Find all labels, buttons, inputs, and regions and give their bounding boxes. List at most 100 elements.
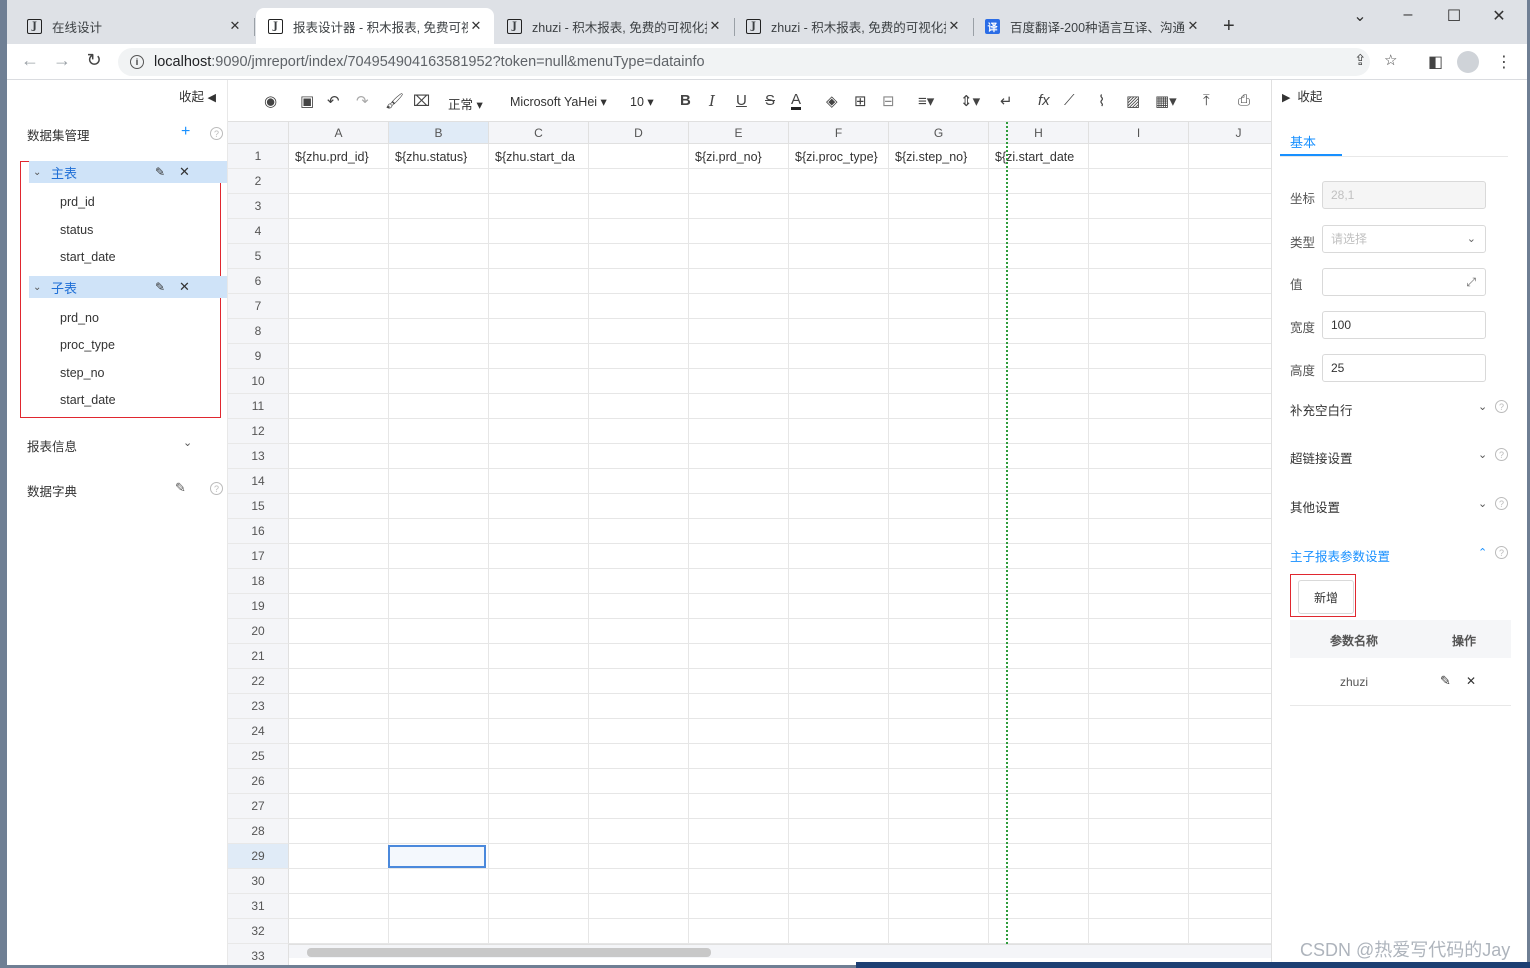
row-header[interactable]: 8 [228,319,289,344]
row-header[interactable]: 18 [228,569,289,594]
column-header[interactable]: G [889,122,989,144]
master-sub-params-section[interactable]: 主子报表参数设置 ⌃? [1290,546,1512,565]
column-header[interactable]: C [489,122,589,144]
close-tab-icon[interactable]: ✕ [707,18,723,34]
row-header[interactable]: 12 [228,419,289,444]
bookmark-star-icon[interactable]: ☆ [1384,51,1397,69]
height-input[interactable]: 25 [1322,354,1486,382]
data-dict-header[interactable]: 数据字典 [27,481,77,500]
sheet-cell[interactable] [1189,145,1271,170]
column-header[interactable]: D [589,122,689,144]
underline-icon[interactable]: U [736,92,747,109]
reload-icon[interactable]: ↻ [82,50,106,71]
minimize-icon[interactable]: – [1397,6,1419,24]
help-icon[interactable]: ? [1495,448,1508,461]
row-header[interactable]: 26 [228,769,289,794]
row-header[interactable]: 11 [228,394,289,419]
sheet-cell[interactable]: ${zhu.start_da [489,145,589,170]
type-select[interactable]: 请选择 ⌄ [1322,225,1486,253]
close-tab-icon[interactable]: ✕ [227,18,243,34]
dataset-group-main[interactable]: ⌄ 主表 ✎ ✕ [29,161,227,183]
qrcode-icon[interactable]: ▦▾ [1155,92,1177,110]
column-header[interactable]: I [1089,122,1189,144]
row-header[interactable]: 32 [228,919,289,944]
delete-icon[interactable]: ✕ [179,164,190,180]
valign-icon[interactable]: ⇕▾ [960,92,980,110]
row-header[interactable]: 5 [228,244,289,269]
row-header[interactable]: 14 [228,469,289,494]
row-header[interactable]: 24 [228,719,289,744]
field-item[interactable]: start_date [60,393,116,407]
border-icon[interactable]: ⊞ [854,92,867,110]
help-icon[interactable]: ? [1495,400,1508,413]
chevron-down-icon[interactable]: ⌄ [33,167,47,178]
sheet-cell[interactable]: ${zhu.prd_id} [289,145,389,170]
scrollbar-thumb[interactable] [307,948,711,957]
column-header[interactable]: B [389,122,489,144]
column-header[interactable]: E [689,122,789,144]
format-painter-icon[interactable]: 🖌 [385,92,404,110]
row-header[interactable]: 30 [228,869,289,894]
chart-icon[interactable]: ⌇ [1098,92,1105,110]
field-item[interactable]: prd_no [60,311,99,325]
row-header[interactable]: 4 [228,219,289,244]
column-header[interactable]: J [1189,122,1271,144]
help-icon[interactable]: ? [210,127,223,140]
sheet-cell[interactable] [589,145,689,170]
fill-color-icon[interactable]: ◈ [826,92,838,110]
close-tab-icon[interactable]: ✕ [468,18,484,34]
row-header[interactable]: 15 [228,494,289,519]
field-item[interactable]: prd_id [60,195,95,209]
profile-avatar[interactable] [1457,51,1479,73]
sheet-cell[interactable]: ${zi.start_date [989,145,1089,170]
row-header[interactable]: 25 [228,744,289,769]
row-header[interactable]: 27 [228,794,289,819]
value-input[interactable]: ⤢ [1322,268,1486,296]
window-close-icon[interactable]: ✕ [1488,6,1510,26]
add-dataset-icon[interactable]: + [181,123,190,141]
preview-eye-icon[interactable]: ◉ [264,92,277,110]
row-header[interactable]: 28 [228,819,289,844]
dataset-group-sub[interactable]: ⌄ 子表 ✎ ✕ [29,276,227,298]
help-icon[interactable]: ? [1495,546,1508,559]
field-item[interactable]: status [60,223,93,237]
browser-tab-2[interactable]: J 报表设计器 - 积木报表, 免费可视 ✕ [256,8,494,44]
row-header[interactable]: 7 [228,294,289,319]
back-icon[interactable]: ← [18,50,42,71]
browser-tab-4[interactable]: J zhuzi - 积木报表, 免费的可视化报 ✕ [734,8,972,44]
help-icon[interactable]: ? [210,482,223,495]
row-header[interactable]: 20 [228,619,289,644]
row-header[interactable]: 23 [228,694,289,719]
row-header[interactable]: 10 [228,369,289,394]
bold-icon[interactable]: B [680,92,691,109]
tab-search-icon[interactable]: ⌄ [1349,6,1371,26]
function-icon[interactable]: fx [1038,92,1050,109]
row-header[interactable]: 16 [228,519,289,544]
redo-icon[interactable]: ↷ [356,92,369,110]
horizontal-scrollbar[interactable] [289,944,1271,958]
selected-cell[interactable] [388,845,486,868]
sheet-corner[interactable] [228,122,289,144]
font-color-icon[interactable]: A [791,92,802,110]
delete-icon[interactable]: ✕ [1466,674,1476,688]
cell-style-select[interactable]: 正常 ▾ [448,94,483,113]
new-tab-icon[interactable]: + [1223,15,1235,38]
wrap-text-icon[interactable]: ↵ [1000,92,1013,110]
column-header[interactable]: H [989,122,1089,144]
chevron-down-icon[interactable]: ⌄ [183,436,192,449]
font-size-select[interactable]: 10 ▾ [630,94,654,109]
merge-cells-icon[interactable]: ⊟ [882,92,895,110]
url-field[interactable]: i localhost:9090/jmreport/index/70495490… [118,48,1397,76]
collapse-left-button[interactable]: 收起 ◀ [179,86,216,105]
save-icon[interactable]: ▣ [300,92,314,110]
expand-icon[interactable]: ⤢ [1466,269,1476,295]
row-header[interactable]: 22 [228,669,289,694]
share-icon[interactable]: ⇪ [1354,51,1367,69]
edit-pencil-icon[interactable]: ✎ [1440,673,1451,689]
more-menu-icon[interactable]: ⋮ [1496,52,1512,72]
sheet-cell[interactable]: ${zi.proc_type} [789,145,889,170]
row-header[interactable]: 17 [228,544,289,569]
cell-grid[interactable] [289,144,1271,944]
row-header[interactable]: 33 [228,944,289,965]
column-header[interactable]: A [289,122,389,144]
